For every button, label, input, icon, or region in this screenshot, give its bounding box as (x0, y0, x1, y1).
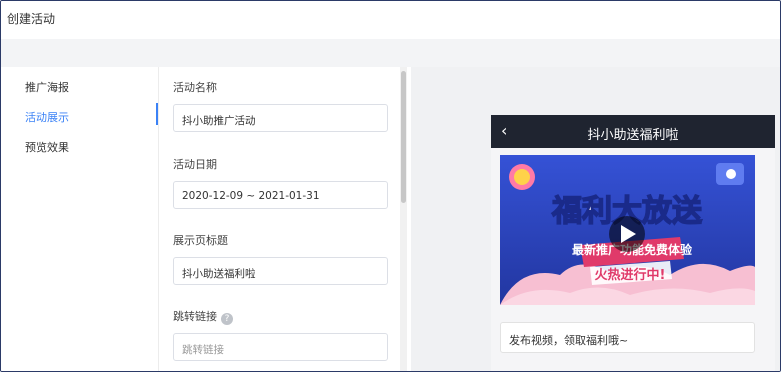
activity-date-label: 活动日期 (173, 158, 217, 171)
play-icon[interactable] (609, 216, 645, 252)
section-gap (1, 39, 780, 67)
activity-name-label: 活动名称 (173, 81, 217, 94)
question-circle-icon[interactable]: ? (221, 313, 233, 325)
jump-link-input[interactable]: 跳转链接 (173, 333, 388, 361)
banner-artwork: 福利大放送 最新推广功能免费体验 火热进行中! (500, 155, 755, 305)
post-card[interactable]: 发布视频，领取福利哦~ (500, 322, 755, 353)
phone-header: ‹ 抖小助送福利啦 (491, 115, 775, 148)
main-content: 推广海报 活动展示 预览效果 活动名称 抖小助推广活动 活动日期 2020-12… (1, 67, 780, 371)
nav-active-indicator (156, 103, 158, 125)
banner-tagline: 火热进行中! (595, 267, 666, 283)
promo-banner[interactable]: 福利大放送 最新推广功能免费体验 火热进行中! (500, 155, 755, 305)
page-title-label: 展示页标题 (173, 234, 228, 247)
activity-date-input[interactable]: 2020-12-09 ~ 2021-01-31 (173, 181, 388, 209)
top-bar: 创建活动 (1, 1, 780, 39)
phone-page-title: 抖小助送福利啦 (587, 128, 679, 143)
phone-preview: ‹ 抖小助送福利啦 福利大放送 火热进行中! 发布视频，领取福利哦~ (491, 115, 775, 371)
nav-item-preview[interactable]: 预览效果 (25, 139, 69, 155)
activity-form: 活动名称 抖小助推广活动 活动日期 2020-12-09 ~ 2021-01-3… (160, 67, 400, 371)
jump-link-label: 跳转链接? (173, 308, 233, 325)
left-nav: 推广海报 活动展示 预览效果 (1, 67, 159, 371)
page-title-input[interactable]: 抖小助送福利啦 (173, 257, 388, 285)
app-window: 创建活动 推广海报 活动展示 预览效果 活动名称 抖小助推广活动 活动日期 20… (0, 0, 781, 372)
nav-item-poster[interactable]: 推广海报 (25, 79, 69, 95)
jump-link-label-text: 跳转链接 (173, 310, 217, 323)
preview-panel: ‹ 抖小助送福利啦 福利大放送 火热进行中! 发布视频，领取福利哦~ (411, 67, 780, 371)
nav-item-display[interactable]: 活动展示 (25, 109, 69, 125)
form-scrollbar-thumb[interactable] (401, 71, 406, 203)
page-title: 创建活动 (7, 12, 56, 26)
activity-name-input[interactable]: 抖小助推广活动 (173, 104, 388, 132)
